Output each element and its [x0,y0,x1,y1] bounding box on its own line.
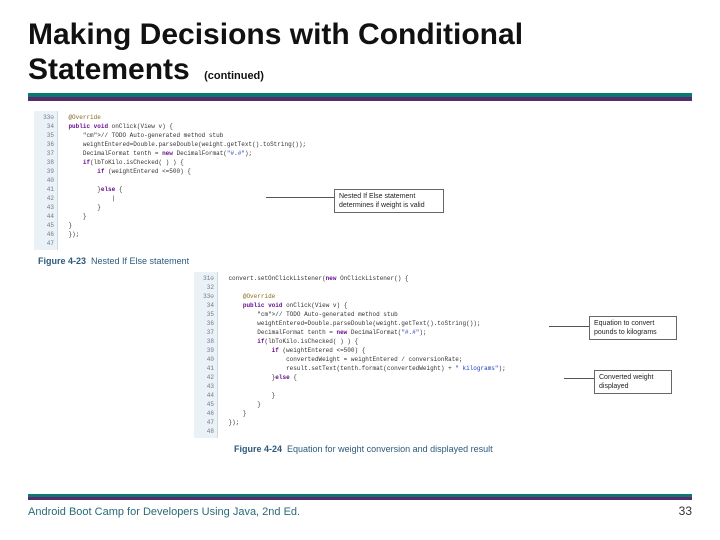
callout-leader [549,326,589,327]
slide-footer: Android Boot Camp for Developers Using J… [28,488,692,518]
title-line2: Statements [28,53,190,86]
callout-leader [266,197,334,198]
content-area: 33⊖3435363738394041424344454647 @Overrid… [28,101,692,454]
page-number: 33 [679,504,692,518]
figure-4-24: 31⊖3233⊖343536373839404142434445464748 c… [194,272,674,438]
figure-4-23: 33⊖3435363738394041424344454647 @Overrid… [34,111,464,250]
callout-displayed: Converted weight displayed [594,370,672,394]
book-title: Android Boot Camp for Developers Using J… [28,506,300,518]
code-block: @Override public void onClick(View v) { … [62,111,306,241]
line-gutter: 33⊖3435363738394041424344454647 [34,111,58,250]
code-block: convert.setOnClickListener(new OnClickLi… [222,272,505,429]
line-gutter: 31⊖3233⊖343536373839404142434445464748 [194,272,218,438]
slide-title: Making Decisions with Conditional Statem… [28,18,692,87]
figure-4-24-caption: Figure 4-24 Equation for weight conversi… [234,444,692,454]
callout-nested-ifelse: Nested If Else statement determines if w… [334,189,444,213]
title-line1: Making Decisions with Conditional [28,18,523,51]
title-continued: (continued) [204,70,264,82]
footer-divider-purple [28,497,692,500]
callout-equation: Equation to convert pounds to kilograms [589,316,677,340]
callout-leader [564,378,594,379]
figure-4-23-caption: Figure 4-23 Nested If Else statement [38,256,692,266]
